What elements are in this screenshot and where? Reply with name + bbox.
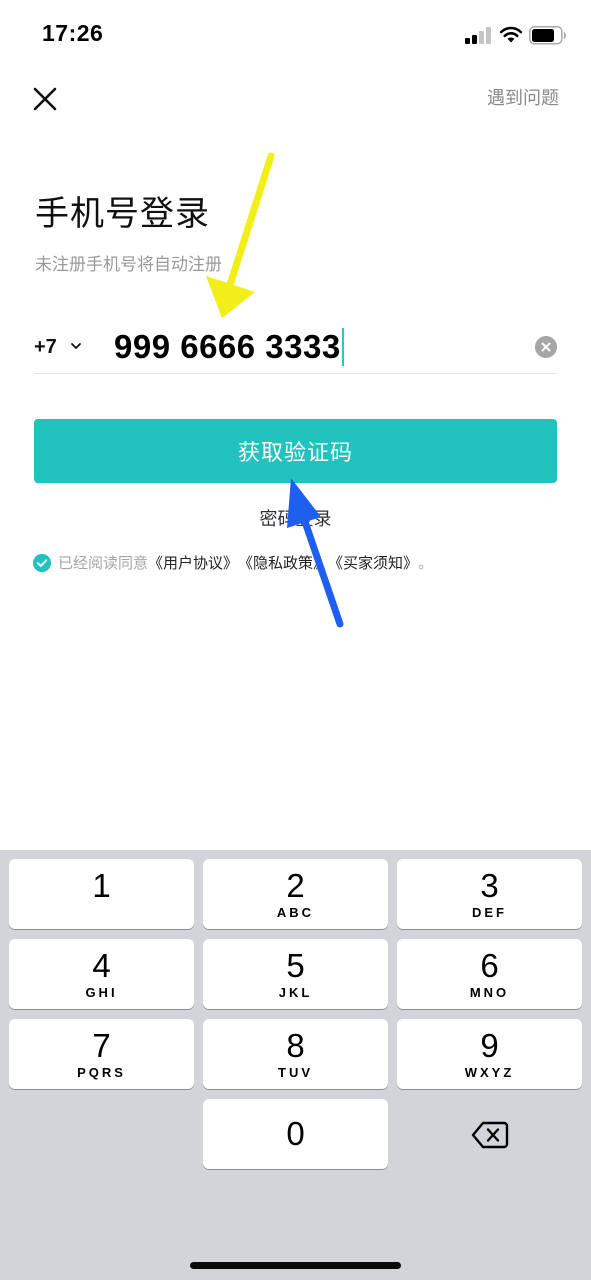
phone-input[interactable]: 999 6666 3333 (114, 328, 344, 366)
home-indicator (190, 1262, 401, 1269)
key-6[interactable]: 6 MNO (397, 939, 582, 1009)
delete-icon (471, 1121, 508, 1149)
delete-key[interactable] (397, 1100, 582, 1170)
key-digit: 1 (92, 866, 111, 904)
clear-icon[interactable] (535, 336, 557, 358)
key-0[interactable]: 0 (203, 1099, 388, 1169)
key-7[interactable]: 7 PQRS (9, 1019, 194, 1089)
key-letters: DEF (472, 904, 507, 920)
key-digit: 7 (92, 1026, 111, 1064)
close-icon (33, 87, 57, 111)
key-9[interactable]: 9 WXYZ (397, 1019, 582, 1089)
phone-row: +7 999 6666 3333 (34, 322, 557, 374)
phone-input-value: 999 6666 3333 (114, 328, 341, 365)
key-4[interactable]: 4 GHI (9, 939, 194, 1009)
page-subtitle: 未注册手机号将自动注册 (35, 255, 222, 275)
buyer-notice-link[interactable]: 《买家须知》 (328, 552, 418, 573)
key-digit: 3 (480, 866, 499, 904)
key-digit: 2 (286, 866, 305, 904)
key-digit: 0 (286, 1115, 305, 1152)
yellow-arrow (206, 152, 275, 318)
text-cursor (341, 328, 344, 366)
key-digit: 9 (480, 1026, 499, 1064)
key-letters: JKL (278, 984, 313, 1000)
key-letters: MNO (469, 984, 510, 1000)
password-login-link[interactable]: 密码登录 (0, 505, 591, 531)
help-link[interactable]: 遇到问题 (487, 84, 559, 110)
numeric-keyboard: 1 2 ABC 3 DEF 4 GHI 5 JKL 6 MNO 7 PQRS 8… (0, 850, 591, 1280)
key-digit: 6 (480, 946, 499, 984)
agreement-suffix: 。 (418, 554, 434, 572)
key-3[interactable]: 3 DEF (397, 859, 582, 929)
key-letters: PQRS (77, 1064, 126, 1080)
battery-icon (529, 26, 566, 45)
privacy-policy-link[interactable]: 《隐私政策》 (238, 552, 328, 573)
key-letters: WXYZ (464, 1064, 515, 1080)
key-digit: 4 (92, 946, 111, 984)
status-time: 17:26 (42, 20, 104, 46)
close-button[interactable] (28, 82, 62, 116)
agreement-prefix: 已经阅读同意 (58, 554, 149, 572)
user-agreement-link[interactable]: 《用户协议》 (148, 552, 238, 573)
key-1[interactable]: 1 (9, 859, 194, 929)
key-digit: 5 (286, 946, 305, 984)
wifi-icon (499, 26, 523, 43)
check-circle-icon[interactable] (33, 553, 51, 572)
status-bar: 17:26 (0, 0, 591, 70)
key-letters: ABC (276, 904, 315, 920)
signal-icon (465, 27, 493, 44)
country-code-selector[interactable]: +7 (34, 336, 57, 359)
get-verification-code-button[interactable]: 获取验证码 (34, 419, 557, 483)
chevron-down-icon[interactable] (70, 340, 82, 352)
key-digit: 8 (286, 1026, 305, 1064)
key-letters: TUV (278, 1064, 313, 1080)
blue-arrow (287, 478, 344, 628)
page-title: 手机号登录 (35, 194, 210, 234)
key-2[interactable]: 2 ABC (203, 859, 388, 929)
key-letters: GHI (85, 984, 118, 1000)
key-8[interactable]: 8 TUV (203, 1019, 388, 1089)
key-5[interactable]: 5 JKL (203, 939, 388, 1009)
agreement-row: 已经阅读同意 《用户协议》 《隐私政策》 《买家须知》 。 (33, 552, 433, 573)
